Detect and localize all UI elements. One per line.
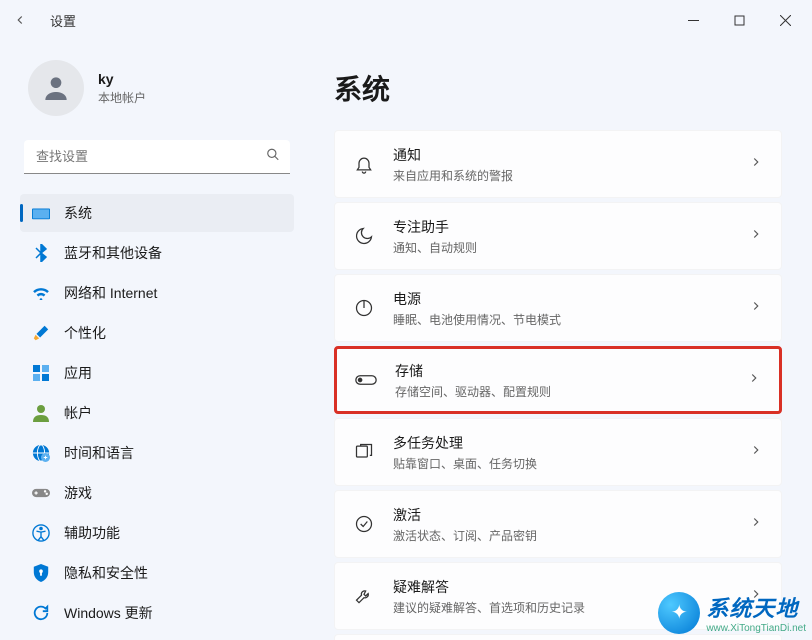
chevron-right-icon: [749, 299, 763, 318]
setting-desc: 睡眠、电池使用情况、节电模式: [393, 311, 749, 328]
nav-item-label: 个性化: [64, 323, 106, 343]
app-title: 设置: [50, 11, 76, 30]
wrench-icon: [353, 585, 375, 607]
close-button[interactable]: [762, 4, 808, 36]
shield-icon: [32, 564, 50, 582]
bluetooth-icon: [32, 244, 50, 262]
nav-item-label: Windows 更新: [64, 603, 153, 623]
setting-desc: 通知、自动规则: [393, 239, 749, 256]
search-box: [24, 140, 290, 174]
settings-list: 通知 来自应用和系统的警报 专注助手 通知、自动规则 电源 睡眠、电池使用情况、…: [334, 130, 782, 640]
bell-icon: [353, 153, 375, 175]
nav-item-accessibility[interactable]: 辅助功能: [20, 514, 294, 552]
chevron-right-icon: [749, 155, 763, 174]
chevron-right-icon: [747, 371, 761, 390]
search-input[interactable]: [24, 140, 290, 174]
maximize-icon: [734, 15, 745, 26]
back-button[interactable]: [0, 0, 40, 40]
user-name: ky: [98, 71, 146, 87]
nav-item-globe[interactable]: 时间和语言: [20, 434, 294, 472]
setting-item-check[interactable]: 激活 激活状态、订阅、产品密钥: [334, 490, 782, 558]
nav-item-shield[interactable]: 隐私和安全性: [20, 554, 294, 592]
minimize-icon: [688, 15, 699, 26]
setting-title: 存储: [395, 361, 747, 381]
nav-item-label: 隐私和安全性: [64, 563, 148, 583]
setting-desc: 激活状态、订阅、产品密钥: [393, 527, 749, 544]
watermark-logo-icon: ✦: [658, 592, 700, 634]
setting-title: 多任务处理: [393, 433, 749, 453]
nav-item-brush[interactable]: 个性化: [20, 314, 294, 352]
setting-title: 激活: [393, 505, 749, 525]
setting-title: 通知: [393, 145, 749, 165]
setting-title: 专注助手: [393, 217, 749, 237]
minimize-button[interactable]: [670, 4, 716, 36]
watermark: ✦ 系统天地 www.XiTongTianDi.net: [658, 591, 806, 634]
nav-item-gamepad[interactable]: 游戏: [20, 474, 294, 512]
person-icon: [32, 404, 50, 422]
nav-item-label: 游戏: [64, 483, 92, 503]
watermark-url: www.XiTongTianDi.net: [706, 623, 806, 634]
storage-icon: [355, 369, 377, 391]
sidebar: ky 本地帐户 系统蓝牙和其他设备网络和 Internet 个性化应用帐户时间和语…: [0, 40, 310, 640]
system-icon: [32, 204, 50, 222]
setting-title: 电源: [393, 289, 749, 309]
power-icon: [353, 297, 375, 319]
setting-item-moon[interactable]: 专注助手 通知、自动规则: [334, 202, 782, 270]
nav-item-label: 蓝牙和其他设备: [64, 243, 162, 263]
nav-item-label: 时间和语言: [64, 443, 134, 463]
search-icon: [266, 148, 280, 167]
gamepad-icon: [32, 484, 50, 502]
nav-item-label: 帐户: [64, 403, 92, 423]
watermark-text: 系统天地: [706, 591, 806, 623]
nav-item-wifi[interactable]: 网络和 Internet: [20, 274, 294, 312]
setting-desc: 贴靠窗口、桌面、任务切换: [393, 455, 749, 472]
nav-item-person[interactable]: 帐户: [20, 394, 294, 432]
setting-item-recover[interactable]: 恢复: [334, 634, 782, 640]
setting-item-power[interactable]: 电源 睡眠、电池使用情况、节电模式: [334, 274, 782, 342]
avatar: [28, 60, 84, 116]
close-icon: [780, 15, 791, 26]
person-icon: [40, 72, 72, 104]
nav-item-bluetooth[interactable]: 蓝牙和其他设备: [20, 234, 294, 272]
main-content: 系统 通知 来自应用和系统的警报 专注助手 通知、自动规则 电源 睡眠、电池使用…: [310, 40, 812, 640]
wifi-icon: [32, 284, 50, 302]
setting-item-storage[interactable]: 存储 存储空间、驱动器、配置规则: [334, 346, 782, 414]
check-icon: [353, 513, 375, 535]
nav-item-label: 系统: [64, 203, 92, 223]
update-icon: [32, 604, 50, 622]
page-title: 系统: [334, 68, 782, 108]
setting-desc: 来自应用和系统的警报: [393, 167, 749, 184]
globe-icon: [32, 444, 50, 462]
setting-desc: 存储空间、驱动器、配置规则: [395, 383, 747, 400]
nav-item-label: 辅助功能: [64, 523, 120, 543]
multitask-icon: [353, 441, 375, 463]
nav-item-update[interactable]: Windows 更新: [20, 594, 294, 632]
moon-icon: [353, 225, 375, 247]
nav-item-system[interactable]: 系统: [20, 194, 294, 232]
maximize-button[interactable]: [716, 4, 762, 36]
setting-item-bell[interactable]: 通知 来自应用和系统的警报: [334, 130, 782, 198]
nav-list: 系统蓝牙和其他设备网络和 Internet 个性化应用帐户时间和语言游戏辅助功能隐…: [20, 194, 294, 632]
chevron-right-icon: [749, 227, 763, 246]
back-icon: [13, 13, 27, 27]
nav-item-grid[interactable]: 应用: [20, 354, 294, 392]
accessibility-icon: [32, 524, 50, 542]
grid-icon: [32, 364, 50, 382]
setting-item-multitask[interactable]: 多任务处理 贴靠窗口、桌面、任务切换: [334, 418, 782, 486]
nav-item-label: 网络和 Internet: [64, 283, 157, 303]
chevron-right-icon: [749, 443, 763, 462]
nav-item-label: 应用: [64, 363, 92, 383]
chevron-right-icon: [749, 515, 763, 534]
brush-icon: [32, 324, 50, 342]
user-profile[interactable]: ky 本地帐户: [28, 60, 286, 116]
user-account-type: 本地帐户: [98, 89, 146, 106]
